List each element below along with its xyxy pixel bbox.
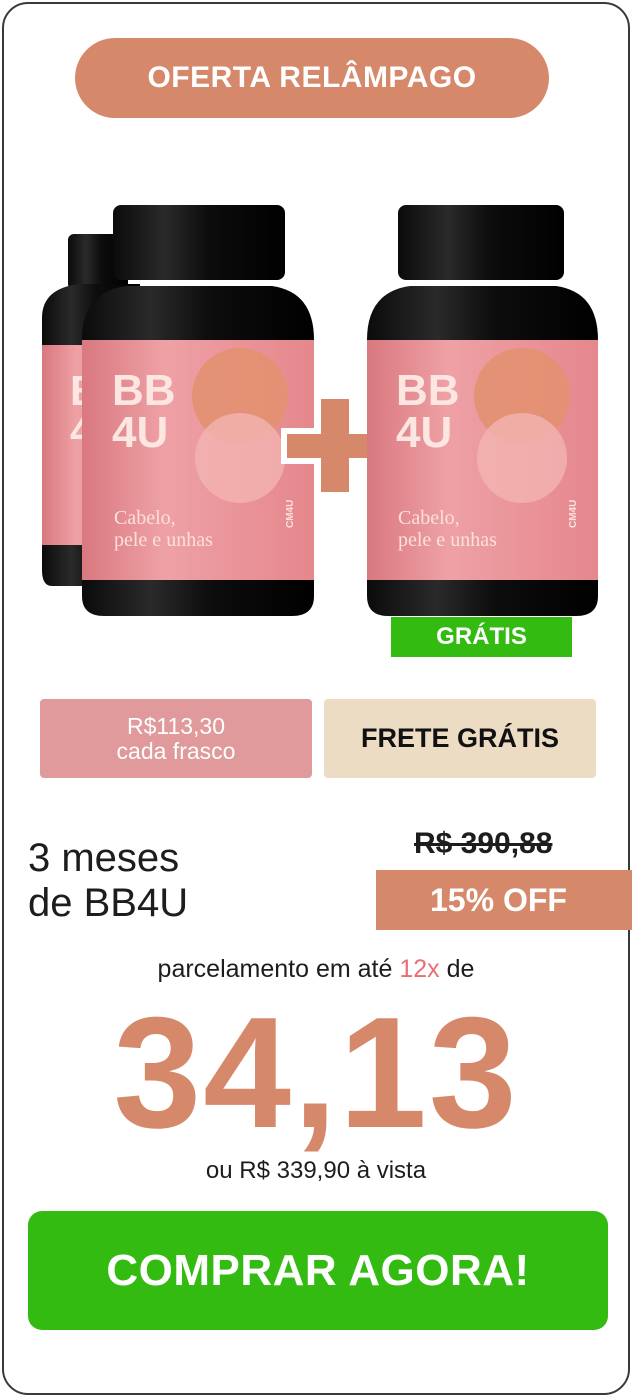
old-price: R$ 390,88 — [414, 827, 553, 860]
plan-title-line1: 3 meses — [28, 836, 180, 880]
buy-now-button[interactable]: COMPRAR AGORA! — [28, 1211, 608, 1330]
bottle-front-left: BB 4U Cabelo, pele e unhas CM4U — [82, 205, 314, 616]
per-unit-price-box: R$113,30 cada frasco — [40, 699, 312, 778]
flash-offer-banner: OFERTA RELÂMPAGO — [75, 38, 549, 118]
plan-title-line2: de BB4U — [28, 881, 189, 925]
installment-suffix: de — [446, 955, 475, 983]
svg-text:pele e unhas: pele e unhas — [114, 529, 213, 551]
plan-title: 3 meses de BB4U — [28, 836, 188, 926]
bottle-free: BB 4U Cabelo, pele e unhas CM4U — [367, 205, 598, 616]
per-unit-price: R$113,30 — [126, 712, 226, 739]
svg-text:CM4U: CM4U — [285, 500, 296, 528]
installment-value: 34,13 — [113, 985, 519, 1161]
product-bottles-image: BB 4U BB 4U Cabelo, pele e unhas CM4U BB… — [42, 205, 598, 616]
discount-badge: 15% OFF — [376, 870, 632, 930]
svg-text:Cabelo,: Cabelo, — [398, 507, 460, 529]
per-unit-caption: cada frasco — [116, 737, 236, 764]
svg-text:CM4U: CM4U — [568, 500, 579, 528]
free-shipping-box: FRETE GRÁTIS — [324, 699, 596, 778]
installment-text: parcelamento em até 12x de — [0, 955, 632, 984]
free-bottle-badge: GRÁTIS — [391, 617, 572, 657]
cash-price: ou R$ 339,90 à vista — [205, 1157, 427, 1184]
installment-count: 12x — [399, 955, 440, 983]
svg-text:pele e unhas: pele e unhas — [398, 529, 497, 551]
svg-text:4U: 4U — [112, 408, 168, 457]
svg-text:4U: 4U — [396, 408, 452, 457]
svg-text:Cabelo,: Cabelo, — [114, 507, 176, 529]
installment-prefix: parcelamento em até — [157, 955, 393, 983]
